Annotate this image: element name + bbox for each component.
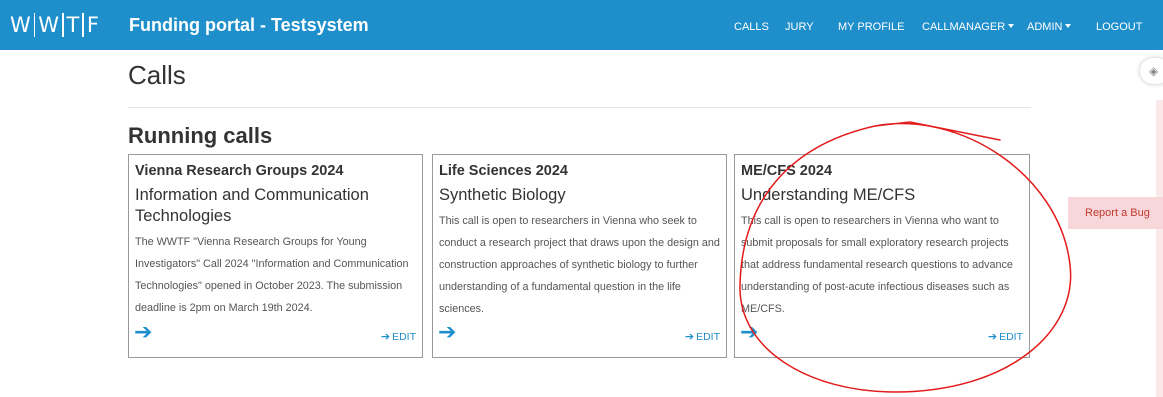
card-description: This call is open to researchers in Vien… [741,215,1013,315]
edit-label: EDIT [392,331,416,343]
caret-down-icon [1008,24,1015,29]
arrow-right-icon: ➔ [987,331,998,343]
call-card: Life Sciences 2024 Synthetic Biology Thi… [432,154,727,358]
top-navbar: W W T F Funding portal - Testsystem CALL… [0,0,1163,50]
card-subtitle: Understanding ME/CFS [741,186,916,204]
logo-letter: T [66,13,80,37]
logo-letter: W [10,13,31,37]
divider [128,107,1031,108]
wwtf-logo[interactable]: W W T F [0,0,110,50]
card-subtitle: Information and Communication Technologi… [135,186,369,225]
nav-callmanager[interactable]: CALLMANAGER [922,0,1015,50]
nav-jury[interactable]: JURY [785,0,814,50]
call-card: Vienna Research Groups 2024 Information … [128,154,423,358]
nav-my-profile[interactable]: MY PROFILE [838,0,904,50]
logo-separator [82,13,84,37]
nav-callmanager-label: CALLMANAGER [922,21,1006,33]
arrow-right-icon[interactable]: ➔ [134,321,152,343]
caret-down-icon [1065,24,1072,29]
logo-separator [33,13,36,37]
arrow-right-icon: ➔ [684,331,695,343]
edit-link[interactable]: ➔ EDIT [381,330,416,343]
side-strip [1156,100,1163,397]
logo-letter: F [86,13,99,37]
arrow-right-icon[interactable]: ➔ [740,321,758,343]
nav-admin-label: ADMIN [1027,21,1063,33]
card-description: The WWTF "Vienna Research Groups for You… [135,236,409,314]
nav-logout[interactable]: LOGOUT [1096,0,1142,50]
nav-calls[interactable]: CALLS [734,0,769,50]
card-title: Life Sciences 2024 [439,163,568,179]
card-subtitle: Synthetic Biology [439,186,566,204]
logo-letter: W [38,13,60,37]
report-bug-button[interactable]: Report a Bug [1068,197,1163,229]
edit-link[interactable]: ➔ EDIT [685,330,720,343]
nav-admin[interactable]: ADMIN [1027,0,1072,50]
arrow-right-icon[interactable]: ➔ [438,321,456,343]
arrow-right-icon: ➔ [380,331,391,343]
brand-title[interactable]: Funding portal - Testsystem [129,0,369,50]
edit-label: EDIT [999,331,1023,343]
card-title: Vienna Research Groups 2024 [135,163,344,179]
edit-label: EDIT [696,331,720,343]
logo-separator [62,13,64,37]
edit-link[interactable]: ➔ EDIT [988,330,1023,343]
card-title: ME/CFS 2024 [741,163,833,179]
call-card: ME/CFS 2024 Understanding ME/CFS This ca… [734,154,1030,358]
layers-icon[interactable]: ◈ [1140,58,1163,84]
page-title: Calls [128,60,186,90]
card-description: This call is open to researchers in Vien… [439,215,720,315]
section-title-running-calls: Running calls [128,123,273,148]
